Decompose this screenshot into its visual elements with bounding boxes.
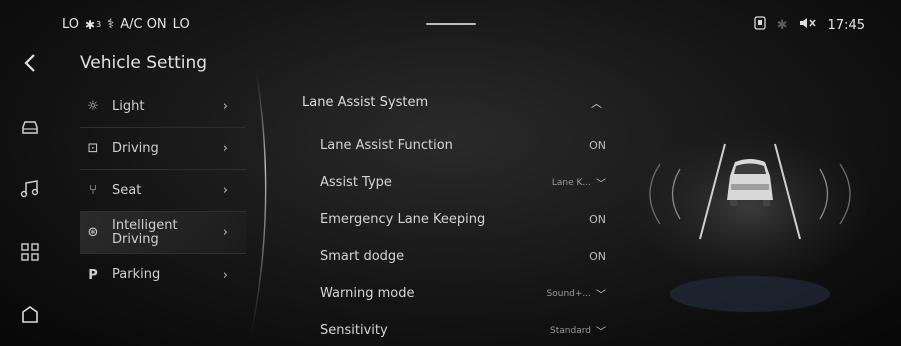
row-label: Smart dodge [320,249,405,264]
assist-type-select[interactable]: Lane K... ﹀ [551,175,606,191]
parking-icon: P [88,267,98,283]
pull-down-handle[interactable] [426,23,476,25]
home-icon[interactable] [16,300,44,328]
steering-car-icon: ⊡ [87,141,99,156]
phone-link-icon [753,16,766,34]
right-temperature: LO [172,17,190,32]
menu-item-driving[interactable]: ⊡ Driving › [80,128,246,170]
fan-level: 3 [96,20,102,29]
select-value: Sound+... [546,288,591,299]
menu-item-label: Light [112,98,145,114]
menu-item-label: Intelligent Driving [112,217,178,247]
row-label: Lane Assist Function [320,138,453,153]
menu-item-label: Seat [112,182,142,198]
row-lane-assist-function[interactable]: Lane Assist Function ON [320,127,606,164]
vehicle-setting-menu: ☼ Light › ⊡ Driving › ⑂ Seat › ⊛ Intelli… [80,86,246,296]
volume-mute-icon [799,17,817,33]
sensitivity-select[interactable]: Standard ﹀ [550,323,606,339]
back-icon[interactable] [16,49,44,77]
menu-item-light[interactable]: ☼ Light › [80,86,246,128]
bluetooth-icon: ✱ [776,17,788,33]
select-value: Standard [550,325,591,336]
menu-item-parking[interactable]: P Parking › [80,254,246,296]
seat-icon: ⑂ [89,183,97,198]
lane-assist-list: Lane Assist Function ON Assist Type Lane… [320,127,606,346]
car-icon[interactable] [16,114,44,142]
apps-grid-icon[interactable] [16,238,44,266]
lane-assist-system-header[interactable]: Lane Assist System ︿ [302,95,602,111]
music-icon[interactable] [16,175,44,203]
vehicle-settings-screen: LO ✱ 3 ⚕ A/C ON LO ✱ 17:45 Vehicle Setti… [0,0,901,346]
chevron-down-icon: ﹀ [596,290,606,301]
climate-status[interactable]: LO ✱ 3 ⚕ A/C ON LO [62,17,190,32]
row-emergency-lane-keeping[interactable]: Emergency Lane Keeping ON [320,201,606,238]
row-label: Sensitivity [320,323,388,338]
row-sensitivity[interactable]: Sensitivity Standard ﹀ [320,312,606,346]
clock: 17:45 [827,17,865,33]
chevron-down-icon: ﹀ [596,179,606,190]
row-smart-dodge[interactable]: Smart dodge ON [320,238,606,275]
chevron-down-icon: ﹀ [596,327,606,338]
vehicle-setting-title: Vehicle Setting [80,53,208,73]
car-lane-illustration [630,104,870,314]
light-icon: ☼ [87,99,99,114]
menu-item-seat[interactable]: ⑂ Seat › [80,170,246,212]
left-temperature: LO [62,17,80,32]
fan-icon: ✱ [85,17,96,32]
toggle-value[interactable]: ON [589,213,606,226]
left-nav-rail [0,42,58,346]
toggle-value[interactable]: ON [589,250,606,263]
car-icon [727,159,773,206]
menu-item-label: Driving [112,140,159,156]
ac-status: A/C ON [120,17,167,32]
row-warning-mode[interactable]: Warning mode Sound+... ﹀ [320,275,606,312]
row-label: Warning mode [320,286,415,301]
toggle-value[interactable]: ON [589,139,606,152]
chevron-up-icon: ︿ [591,97,602,110]
menu-item-label: Parking [112,267,161,282]
row-assist-type[interactable]: Assist Type Lane K... ﹀ [320,164,606,201]
lane-assist-system-title: Lane Assist System [302,95,429,110]
fan-blade-icon: ⚕ [107,17,115,32]
steering-wheel-icon: ⊛ [87,225,99,240]
menu-item-intelligent-driving[interactable]: ⊛ Intelligent Driving › [80,212,246,254]
row-label: Emergency Lane Keeping [320,212,486,227]
row-label: Assist Type [320,175,392,190]
warning-mode-select[interactable]: Sound+... ﹀ [546,286,606,302]
status-bar: LO ✱ 3 ⚕ A/C ON LO ✱ 17:45 [0,0,901,42]
select-value: Lane K... [551,177,591,188]
system-status: ✱ 17:45 [753,16,865,34]
curved-divider [249,70,267,340]
